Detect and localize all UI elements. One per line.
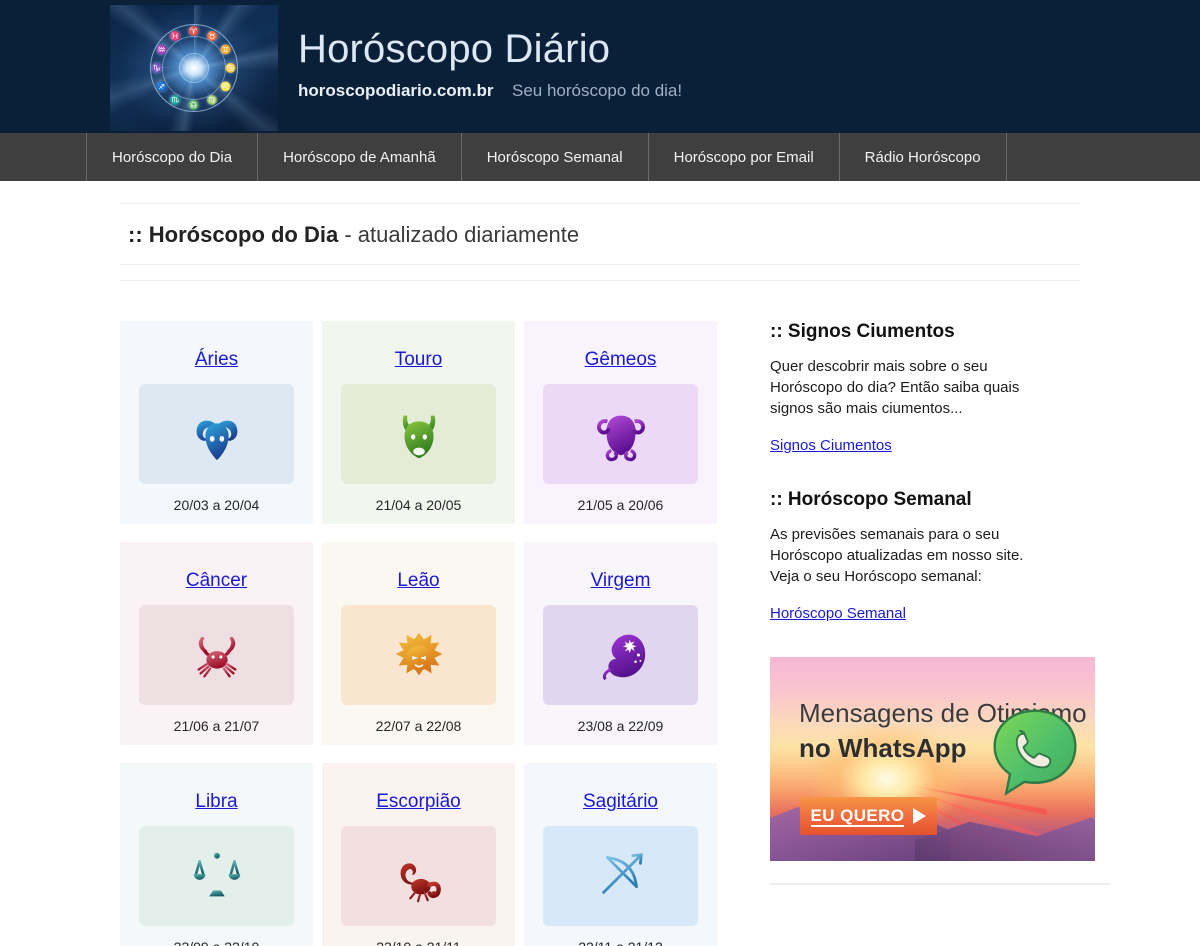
- nav-list: Horóscopo do Dia Horóscopo de Amanhã Horós…: [86, 133, 1007, 181]
- sign-dates: 20/03 a 20/04: [173, 497, 260, 513]
- sidebar-block-link[interactable]: Horóscopo Semanal: [770, 605, 906, 622]
- zodiac-glyph: ♈: [188, 26, 200, 36]
- sign-dates: 23/08 a 22/09: [577, 718, 664, 734]
- ad-cta-label: EU QUERO: [810, 805, 905, 827]
- nav-item-5[interactable]: Rádio Horóscopo: [840, 133, 1007, 181]
- nav-item-label: Horóscopo por Email: [673, 148, 814, 166]
- sidebar: :: Signos CiumentosQuer descobrir mais s…: [720, 321, 1110, 946]
- leo-lion-icon[interactable]: [341, 605, 496, 705]
- sidebar-block-title: :: Horóscopo Semanal: [770, 489, 972, 510]
- zodiac-glyph: ♏: [169, 95, 182, 105]
- zodiac-glyph: ♉: [206, 31, 219, 41]
- site-subtitle: horoscopodiario.com.br Seu horóscopo do …: [298, 81, 682, 101]
- sign-name-link[interactable]: Libra: [195, 791, 237, 812]
- zodiac-glyph: ♎: [188, 100, 200, 110]
- zodiac-glyph: ♑: [151, 63, 163, 73]
- nav-item-label: Horóscopo de Amanhã: [283, 148, 436, 166]
- sign-dates: 23/10 a 21/11: [322, 939, 515, 946]
- arrow-right-icon: [913, 808, 927, 824]
- sign-dates: 21/05 a 20/06: [577, 497, 664, 513]
- zodiac-glyph: ♍: [206, 95, 219, 105]
- sidebar-block-text: Quer descobrir mais sobre o seu Horóscop…: [770, 358, 1020, 417]
- sign-name-link[interactable]: Leão: [397, 570, 439, 591]
- sidebar-block-title: :: Signos Ciumentos: [770, 321, 955, 342]
- sign-name-link[interactable]: Virgem: [591, 570, 651, 591]
- site-tagline: Seu horóscopo do dia!: [511, 81, 683, 100]
- sign-card-3[interactable]: Gêmeos 21/05 a 20/06: [524, 321, 717, 524]
- sign-dates: 22/07 a 22/08: [375, 718, 462, 734]
- sign-name-link[interactable]: Gêmeos: [585, 349, 657, 370]
- aries-ram-icon[interactable]: [139, 384, 294, 484]
- site-header: ♈ ♉ ♊ ♋ ♌ ♍ ♎ ♏ ♐ ♑ ♒ ♓ Horóscopo Diário horoscopod…: [0, 0, 1200, 133]
- libra-scales-icon[interactable]: [139, 826, 294, 926]
- page-title-strong: :: Horóscopo do Dia: [128, 222, 339, 247]
- sidebar-block-2: :: Horóscopo SemanalAs previsões semanai…: [770, 489, 1110, 623]
- ad-cta-button[interactable]: EU QUERO: [800, 797, 937, 835]
- logo-zodiac-glyphs: ♈ ♉ ♊ ♋ ♌ ♍ ♎ ♏ ♐ ♑ ♒ ♓: [151, 26, 236, 110]
- page-body: :: Horóscopo do Dia - atualizado diariam…: [0, 181, 1200, 946]
- zodiac-glyph: ♓: [169, 31, 182, 41]
- zodiac-wheel-icon: ♈ ♉ ♊ ♋ ♌ ♍ ♎ ♏ ♐ ♑ ♒ ♓: [110, 5, 278, 131]
- sign-card-9[interactable]: Sagitário 22/11 a 21/12: [524, 763, 717, 946]
- zodiac-glyph: ♐: [156, 81, 168, 92]
- whatsapp-phone-bubble-icon: [987, 705, 1083, 801]
- sign-dates: 23/09 a 22/10: [120, 939, 313, 946]
- nav-item-label: Horóscopo Semanal: [486, 148, 623, 166]
- sign-dates: 21/06 a 21/07: [173, 718, 260, 734]
- sign-name-link[interactable]: Touro: [395, 349, 443, 370]
- sidebar-divider: [770, 883, 1110, 885]
- ad-headline-2: no WhatsApp: [799, 733, 967, 763]
- page-title-light: - atualizado diariamente: [338, 222, 580, 247]
- whatsapp-ad-banner[interactable]: Mensagens de Otimismo no WhatsApp EU QUE…: [770, 657, 1095, 861]
- gemini-twins-icon[interactable]: [543, 384, 698, 484]
- sign-dates: 22/11 a 21/12: [524, 939, 717, 946]
- sign-name-link[interactable]: Áries: [195, 349, 238, 370]
- nav-item-4[interactable]: Horóscopo por Email: [649, 133, 840, 181]
- nav-item-2[interactable]: Horóscopo de Amanhã: [258, 133, 462, 181]
- zodiac-glyph: ♒: [156, 44, 168, 55]
- sign-dates: 21/04 a 20/05: [375, 497, 462, 513]
- sign-card-2[interactable]: Touro 21/04 a 20/05: [322, 321, 515, 524]
- page-title: :: Horóscopo do Dia - atualizado diariam…: [120, 204, 1080, 264]
- sign-name-link[interactable]: Sagitário: [583, 791, 658, 812]
- main-navigation: Horóscopo do Dia Horóscopo de Amanhã Horós…: [0, 133, 1200, 181]
- sign-name-link[interactable]: Câncer: [186, 570, 247, 591]
- sign-card-8[interactable]: Escorpião 23/10 a 21/11: [322, 763, 515, 946]
- sagittarius-bow-icon[interactable]: [543, 826, 698, 926]
- sign-card-7[interactable]: Libra 23/09 a 22/10: [120, 763, 313, 946]
- sign-card-6[interactable]: Virgem 23/08 a 22/09: [524, 542, 717, 745]
- sidebar-block-1: :: Signos CiumentosQuer descobrir mais s…: [770, 321, 1110, 455]
- sign-card-5[interactable]: Leão 22/07 a 22/08: [322, 542, 515, 745]
- site-domain: horoscopodiario.com.br: [298, 81, 494, 100]
- taurus-bull-icon[interactable]: [341, 384, 496, 484]
- nav-item-3[interactable]: Horóscopo Semanal: [462, 133, 649, 181]
- zodiac-glyph: ♊: [220, 44, 232, 55]
- zodiac-sign-grid: Áries 20/03 a 20/04 Touro 21/04 a 20/05 Gême…: [120, 321, 720, 946]
- virgo-maiden-icon[interactable]: [543, 605, 698, 705]
- zodiac-glyph: ♋: [225, 63, 237, 73]
- cancer-crab-icon[interactable]: [139, 605, 294, 705]
- nav-item-label: Rádio Horóscopo: [864, 148, 981, 166]
- zodiac-glyph: ♌: [220, 81, 232, 92]
- nav-item-label: Horóscopo do Dia: [112, 148, 233, 166]
- sidebar-block-link[interactable]: Signos Ciumentos: [770, 437, 892, 454]
- sidebar-block-text: As previsões semanais para o seu Horósco…: [770, 526, 1024, 585]
- signs-column: Áries 20/03 a 20/04 Touro 21/04 a 20/05 Gême…: [120, 321, 720, 946]
- site-title: Horóscopo Diário: [298, 27, 611, 71]
- scorpio-scorpion-icon[interactable]: [341, 826, 496, 926]
- nav-item-1[interactable]: Horóscopo do Dia: [86, 133, 259, 181]
- sign-card-1[interactable]: Áries 20/03 a 20/04: [120, 321, 313, 524]
- sign-name-link[interactable]: Escorpião: [376, 791, 461, 812]
- sign-card-4[interactable]: Câncer 21/06 a 21/07: [120, 542, 313, 745]
